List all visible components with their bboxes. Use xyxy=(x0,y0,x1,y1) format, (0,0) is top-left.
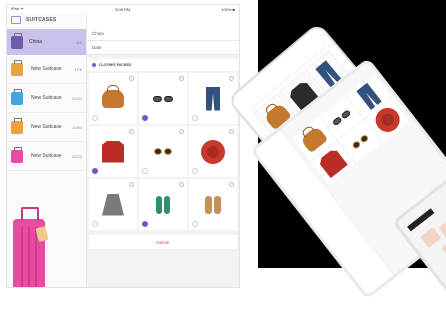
clothes-item[interactable] xyxy=(189,126,237,177)
suitcase-count: 17/6 xyxy=(74,66,82,72)
suitcase-icon xyxy=(11,117,23,134)
info-icon[interactable] xyxy=(179,76,184,81)
sunglasses-icon xyxy=(154,148,172,155)
date-field[interactable]: Date xyxy=(87,41,239,55)
suitcase-name: New Suitcase xyxy=(31,124,62,130)
info-icon[interactable] xyxy=(179,182,184,187)
check-toggle[interactable] xyxy=(192,168,198,174)
suitcase-count: 10/84 xyxy=(71,124,82,130)
sidebar-header: SUITCASES xyxy=(7,13,86,27)
bag-icon xyxy=(102,84,124,108)
carrier-label: iPad ᯤ xyxy=(11,6,24,11)
luggage-tag-icon xyxy=(35,225,49,243)
check-toggle[interactable] xyxy=(92,168,98,174)
glasses-icon xyxy=(153,95,173,102)
suitcase-count: 22/30 xyxy=(71,95,82,101)
check-toggle[interactable] xyxy=(92,115,98,121)
skirt-icon xyxy=(102,193,124,216)
item-tile xyxy=(420,226,442,248)
sidebar-item-suitcase-1[interactable]: New Suitcase 17/6 xyxy=(7,55,86,84)
time-label: 3:08 PM xyxy=(115,6,130,12)
sweater-icon xyxy=(102,140,124,163)
check-toggle[interactable] xyxy=(192,221,198,227)
sidebar-item-suitcase-2[interactable]: New Suitcase 22/30 xyxy=(7,84,86,113)
info-icon[interactable] xyxy=(229,129,234,134)
suitcase-icon xyxy=(11,32,23,49)
sunglasses-icon xyxy=(350,133,370,150)
check-toggle[interactable] xyxy=(142,168,148,174)
clothes-item[interactable] xyxy=(189,73,237,124)
sidebar-title: SUITCASES xyxy=(26,17,57,23)
suitcase-name: China xyxy=(29,39,43,45)
suitcase-name: New Suitcase xyxy=(31,153,62,159)
shirt-icon xyxy=(92,63,96,67)
check-toggle[interactable] xyxy=(192,115,198,121)
clothes-item[interactable] xyxy=(189,179,237,230)
cart-icon[interactable] xyxy=(11,16,21,24)
info-icon[interactable] xyxy=(229,182,234,187)
sweater-icon xyxy=(317,147,348,178)
suitcase-icon xyxy=(11,88,23,105)
suitcase-icon xyxy=(11,146,23,163)
jeans-icon xyxy=(356,83,382,111)
suitcase-sidebar: SUITCASES China 6/9 New Suitcase 17/6 Ne… xyxy=(7,13,87,287)
clothes-item[interactable] xyxy=(89,179,137,230)
info-icon[interactable] xyxy=(129,129,134,134)
clothes-item[interactable] xyxy=(89,73,137,124)
jeans-icon xyxy=(206,86,220,111)
battery-label: 100% ■ xyxy=(221,6,235,12)
detail-topbar xyxy=(87,13,239,27)
clothes-item[interactable] xyxy=(139,126,187,177)
suitcase-name: New Suitcase xyxy=(31,66,62,72)
sidebar-item-china[interactable]: China 6/9 xyxy=(7,29,86,55)
sidebar-item-suitcase-4[interactable]: New Suitcase 45/20 xyxy=(7,142,86,171)
clothes-grid xyxy=(89,73,237,230)
suitcase-icon xyxy=(11,59,23,76)
item-tile xyxy=(441,238,446,260)
suitcase-name: New Suitcase xyxy=(31,95,62,101)
clothes-item[interactable] xyxy=(139,73,187,124)
suitcase-count: 6/9 xyxy=(76,39,82,45)
clothes-item[interactable] xyxy=(139,179,187,230)
packed-header: CLOTHES PACKED xyxy=(87,59,239,71)
info-icon[interactable] xyxy=(229,76,234,81)
info-icon[interactable] xyxy=(129,182,134,187)
suitcase-count: 45/20 xyxy=(71,153,82,159)
brown-shoes-icon xyxy=(205,195,221,214)
check-toggle[interactable] xyxy=(92,221,98,227)
ipad-screenshot: iPad ᯤ 3:08 PM 100% ■ SUITCASES China 6/… xyxy=(6,4,240,288)
clothes-item[interactable] xyxy=(89,126,137,177)
status-bar: iPad ᯤ 3:08 PM 100% ■ xyxy=(7,5,239,13)
name-field[interactable]: China xyxy=(87,27,239,41)
glasses-icon xyxy=(331,109,352,127)
check-toggle[interactable] xyxy=(142,115,148,121)
bag-icon xyxy=(300,125,329,153)
green-shoes-icon xyxy=(156,195,170,214)
info-icon[interactable] xyxy=(129,76,134,81)
check-toggle[interactable] xyxy=(142,221,148,227)
sidebar-item-suitcase-3[interactable]: New Suitcase 10/84 xyxy=(7,113,86,142)
info-icon[interactable] xyxy=(179,129,184,134)
packed-label: CLOTHES PACKED xyxy=(99,63,132,67)
hat-icon xyxy=(201,139,225,164)
delete-button[interactable]: Delete xyxy=(89,235,237,249)
suitcase-detail: China Date CLOTHES PACKED Delete xyxy=(87,13,239,287)
